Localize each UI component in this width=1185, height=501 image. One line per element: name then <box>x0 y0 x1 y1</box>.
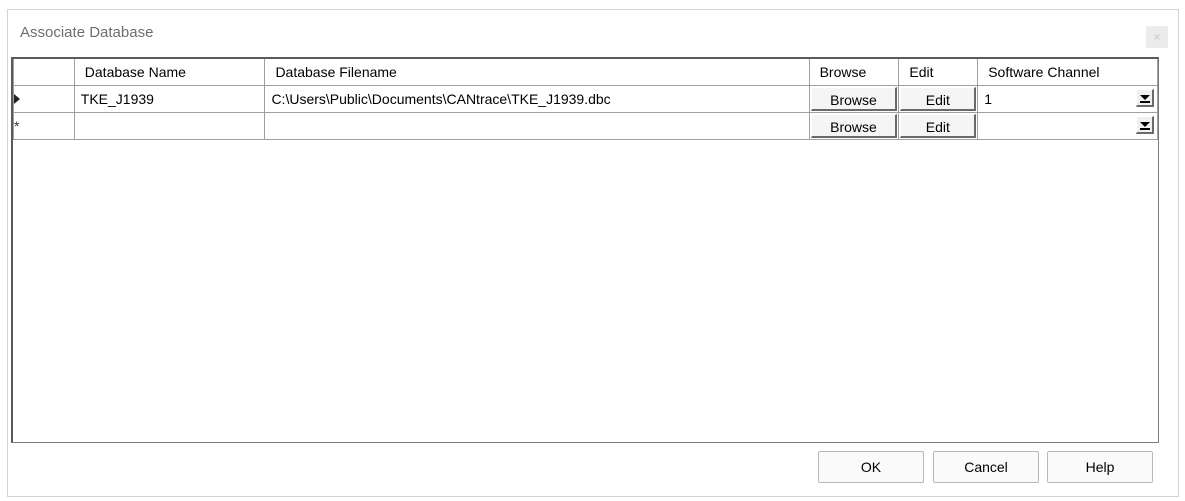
table-row: TKE_J1939 C:\Users\Public\Documents\CANt… <box>13 84 1158 113</box>
title-bar: Associate Database × <box>8 10 1178 56</box>
database-name-cell[interactable] <box>73 111 266 140</box>
database-name-cell[interactable]: TKE_J1939 <box>73 84 266 113</box>
database-filename-cell[interactable]: C:\Users\Public\Documents\CANtrace\TKE_J… <box>264 84 810 113</box>
dropdown-bar <box>1140 127 1150 130</box>
browse-cell: Browse <box>808 84 900 113</box>
close-button[interactable]: × <box>1146 26 1168 48</box>
database-table: Database Name Database Filename Browse E… <box>13 59 1158 140</box>
chevron-down-icon <box>1140 121 1150 127</box>
edit-cell: Edit <box>898 111 979 140</box>
dropdown-bar <box>1140 100 1150 103</box>
software-channel-combo[interactable]: 1 <box>979 86 1157 111</box>
database-grid: Database Name Database Filename Browse E… <box>11 57 1159 443</box>
ok-button[interactable]: OK <box>818 451 924 483</box>
software-channel-value: 1 <box>984 90 993 107</box>
header-row: Database Name Database Filename Browse E… <box>13 59 1158 86</box>
row-indicator[interactable] <box>13 84 75 113</box>
column-header-database-name[interactable]: Database Name <box>73 59 266 86</box>
database-filename-cell[interactable] <box>264 111 810 140</box>
software-channel-cell: 1 <box>977 84 1158 113</box>
current-row-arrow-icon <box>14 93 20 104</box>
edit-cell: Edit <box>898 84 979 113</box>
column-header-software-channel[interactable]: Software Channel <box>977 59 1158 86</box>
browse-button[interactable]: Browse <box>810 113 898 138</box>
browse-button[interactable]: Browse <box>810 86 898 111</box>
column-header-database-filename[interactable]: Database Filename <box>264 59 810 86</box>
edit-button[interactable]: Edit <box>900 113 977 138</box>
new-row-asterisk-icon: * <box>14 117 20 134</box>
close-icon: × <box>1153 30 1161 44</box>
software-channel-cell <box>977 111 1158 140</box>
software-channel-dropdown-button[interactable] <box>1136 115 1154 134</box>
column-header-browse[interactable]: Browse <box>808 59 900 86</box>
column-header-edit[interactable]: Edit <box>898 59 979 86</box>
browse-cell: Browse <box>808 111 900 140</box>
row-header-corner <box>13 59 75 86</box>
dialog-title: Associate Database <box>20 24 154 41</box>
chevron-down-icon <box>1140 94 1150 100</box>
edit-button[interactable]: Edit <box>900 86 977 111</box>
software-channel-combo[interactable] <box>979 113 1157 138</box>
table-row-new: * Browse Edit <box>13 111 1158 140</box>
help-button[interactable]: Help <box>1047 451 1153 483</box>
software-channel-dropdown-button[interactable] <box>1136 88 1154 107</box>
cancel-button[interactable]: Cancel <box>933 451 1039 483</box>
row-indicator-new[interactable]: * <box>13 111 75 140</box>
